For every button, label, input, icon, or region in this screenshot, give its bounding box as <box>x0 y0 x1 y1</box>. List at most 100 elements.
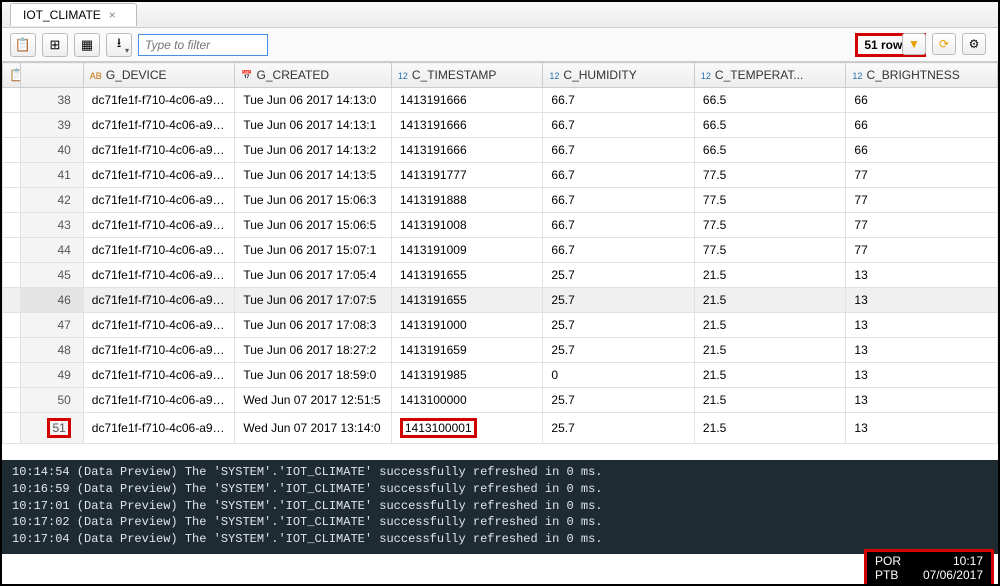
cell[interactable]: 1413191777 <box>391 163 543 188</box>
cell[interactable]: 1413191666 <box>391 138 543 163</box>
cell[interactable]: dc71fe1f-f710-4c06-a9f3- <box>83 163 235 188</box>
cell[interactable]: 77.5 <box>694 163 846 188</box>
col-c-temperature[interactable]: 12C_TEMPERAT... <box>694 63 846 88</box>
cell[interactable]: dc71fe1f-f710-4c06-a9f3- <box>83 363 235 388</box>
cell[interactable]: 13 <box>846 413 998 444</box>
col-c-brightness[interactable]: 12C_BRIGHTNESS <box>846 63 998 88</box>
cell[interactable]: 1413191666 <box>391 88 543 113</box>
cell[interactable]: 25.7 <box>543 338 695 363</box>
cell[interactable]: 77.5 <box>694 238 846 263</box>
cell[interactable]: 21.5 <box>694 388 846 413</box>
cell[interactable] <box>3 288 21 313</box>
cell[interactable]: 25.7 <box>543 388 695 413</box>
row-number[interactable]: 41 <box>21 163 84 188</box>
table-row[interactable]: 42dc71fe1f-f710-4c06-a9f3-Tue Jun 06 201… <box>3 188 998 213</box>
col-c-humidity[interactable]: 12C_HUMIDITY <box>543 63 695 88</box>
cell[interactable]: 77 <box>846 188 998 213</box>
row-number[interactable]: 43 <box>21 213 84 238</box>
cell[interactable] <box>3 263 21 288</box>
cell[interactable]: Tue Jun 06 2017 15:06:5 <box>235 213 392 238</box>
cell[interactable]: Tue Jun 06 2017 15:06:3 <box>235 188 392 213</box>
row-number[interactable]: 44 <box>21 238 84 263</box>
table-row[interactable]: 44dc71fe1f-f710-4c06-a9f3-Tue Jun 06 201… <box>3 238 998 263</box>
cell[interactable]: 77.5 <box>694 213 846 238</box>
cell[interactable]: 25.7 <box>543 263 695 288</box>
row-number[interactable]: 40 <box>21 138 84 163</box>
cell[interactable]: 21.5 <box>694 263 846 288</box>
table-row[interactable]: 41dc71fe1f-f710-4c06-a9f3-Tue Jun 06 201… <box>3 163 998 188</box>
cell[interactable]: 1413191009 <box>391 238 543 263</box>
cell[interactable]: 1413191888 <box>391 188 543 213</box>
cell[interactable]: 13 <box>846 338 998 363</box>
cell[interactable]: Tue Jun 06 2017 17:05:4 <box>235 263 392 288</box>
row-number[interactable]: 48 <box>21 338 84 363</box>
cell[interactable]: 1413191000 <box>391 313 543 338</box>
filter-input[interactable] <box>138 34 268 56</box>
cell[interactable]: Tue Jun 06 2017 14:13:2 <box>235 138 392 163</box>
cell[interactable] <box>3 213 21 238</box>
col-g-device[interactable]: ABG_DEVICE <box>83 63 235 88</box>
cell[interactable]: 13 <box>846 313 998 338</box>
table-row[interactable]: 39dc71fe1f-f710-4c06-a9f3-Tue Jun 06 201… <box>3 113 998 138</box>
download-icon[interactable]: ⭳ <box>106 33 132 57</box>
cell[interactable] <box>3 138 21 163</box>
row-number[interactable]: 42 <box>21 188 84 213</box>
cell[interactable] <box>3 163 21 188</box>
cell[interactable]: 25.7 <box>543 288 695 313</box>
cell[interactable]: 13 <box>846 388 998 413</box>
cell[interactable]: Tue Jun 06 2017 17:08:3 <box>235 313 392 338</box>
cell[interactable]: 66.7 <box>543 113 695 138</box>
cell[interactable]: dc71fe1f-f710-4c06-a9f3- <box>83 188 235 213</box>
cell[interactable]: 1413191655 <box>391 288 543 313</box>
cell[interactable]: 1413191008 <box>391 213 543 238</box>
table-row[interactable]: 49dc71fe1f-f710-4c06-a9f3-Tue Jun 06 201… <box>3 363 998 388</box>
cell[interactable] <box>3 338 21 363</box>
cell[interactable]: 1413191659 <box>391 338 543 363</box>
cell[interactable]: 77 <box>846 238 998 263</box>
cell[interactable]: 25.7 <box>543 413 695 444</box>
settings-icon[interactable]: ⚙ <box>962 33 986 55</box>
cell[interactable] <box>3 238 21 263</box>
table-row[interactable]: 45dc71fe1f-f710-4c06-a9f3-Tue Jun 06 201… <box>3 263 998 288</box>
cell[interactable]: Tue Jun 06 2017 18:59:0 <box>235 363 392 388</box>
cell[interactable]: 13 <box>846 363 998 388</box>
cell[interactable]: 21.5 <box>694 363 846 388</box>
cell[interactable]: Tue Jun 06 2017 14:13:1 <box>235 113 392 138</box>
cell[interactable]: 66.7 <box>543 238 695 263</box>
cell[interactable]: Wed Jun 07 2017 13:14:0 <box>235 413 392 444</box>
row-number[interactable]: 38 <box>21 88 84 113</box>
cell[interactable]: 66.7 <box>543 88 695 113</box>
cell[interactable]: 66.7 <box>543 163 695 188</box>
cell[interactable]: 25.7 <box>543 313 695 338</box>
cell[interactable] <box>3 113 21 138</box>
row-number[interactable]: 49 <box>21 363 84 388</box>
row-number[interactable]: 39 <box>21 113 84 138</box>
row-number[interactable]: 50 <box>21 388 84 413</box>
cell[interactable]: dc71fe1f-f710-4c06-a9f3- <box>83 413 235 444</box>
cell[interactable]: 66.7 <box>543 213 695 238</box>
cell[interactable]: Tue Jun 06 2017 18:27:2 <box>235 338 392 363</box>
cell[interactable]: 21.5 <box>694 413 846 444</box>
cell[interactable]: 66.5 <box>694 113 846 138</box>
copy-icon[interactable]: 📋 <box>10 33 36 57</box>
row-number[interactable]: 46 <box>21 288 84 313</box>
cell[interactable]: 66 <box>846 88 998 113</box>
cell[interactable]: dc71fe1f-f710-4c06-a9f3- <box>83 113 235 138</box>
cell[interactable]: 21.5 <box>694 288 846 313</box>
cell[interactable]: 1413191985 <box>391 363 543 388</box>
cell[interactable] <box>3 388 21 413</box>
cell[interactable]: dc71fe1f-f710-4c06-a9f3- <box>83 388 235 413</box>
table-row[interactable]: 51dc71fe1f-f710-4c06-a9f3-Wed Jun 07 201… <box>3 413 998 444</box>
table-row[interactable]: 40dc71fe1f-f710-4c06-a9f3-Tue Jun 06 201… <box>3 138 998 163</box>
cell[interactable]: Tue Jun 06 2017 14:13:5 <box>235 163 392 188</box>
row-number[interactable]: 51 <box>21 413 84 444</box>
cell[interactable]: 66.5 <box>694 88 846 113</box>
cell[interactable]: dc71fe1f-f710-4c06-a9f3- <box>83 238 235 263</box>
cell[interactable]: 1413100001 <box>391 413 543 444</box>
cell[interactable]: 21.5 <box>694 338 846 363</box>
filter-icon[interactable]: ▼ <box>902 33 926 55</box>
cell[interactable]: Wed Jun 07 2017 12:51:5 <box>235 388 392 413</box>
cell[interactable]: 66 <box>846 138 998 163</box>
cell[interactable]: 1413191655 <box>391 263 543 288</box>
cell[interactable]: Tue Jun 06 2017 15:07:1 <box>235 238 392 263</box>
